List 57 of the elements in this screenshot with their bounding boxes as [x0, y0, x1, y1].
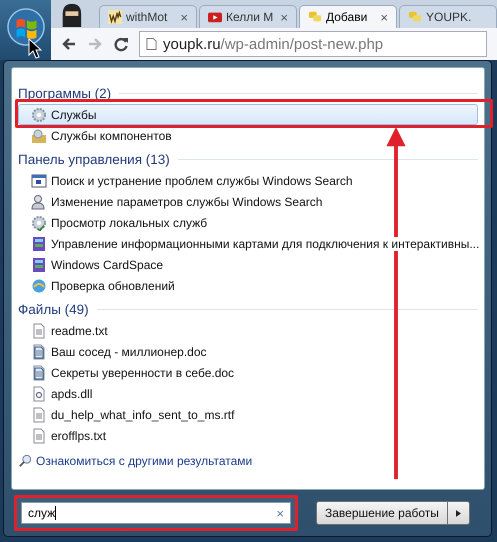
result-item[interactable]: Службы: [18, 104, 478, 125]
document-icon: [31, 406, 47, 422]
start-orb-icon[interactable]: [6, 8, 44, 46]
more-results-link[interactable]: Ознакомиться с другими результатами: [18, 450, 478, 472]
tab-title: Келли М: [226, 10, 274, 24]
document-icon: [31, 364, 47, 380]
browser-tab[interactable]: withMot ×: [99, 5, 197, 28]
result-item[interactable]: apds.dll: [18, 383, 478, 404]
shutdown-options-button[interactable]: [448, 501, 470, 525]
search-icon: [18, 454, 32, 468]
card-stack-icon: [31, 256, 47, 272]
window-icon: [31, 172, 47, 188]
tab-title: YOUPK.: [426, 10, 472, 24]
tab-close-button[interactable]: ×: [180, 10, 188, 24]
chat-bubbles-icon: [308, 10, 322, 24]
gear-icon: [31, 106, 47, 122]
text-file-icon: [31, 428, 47, 444]
page-icon: [146, 37, 157, 51]
search-field[interactable]: служ ×: [21, 502, 291, 524]
result-item[interactable]: Просмотр локальных служб: [18, 212, 478, 233]
caret-icon: [456, 510, 461, 516]
group-heading: Файлы (49): [18, 302, 89, 316]
address-bar[interactable]: youpk.ru/wp-admin/post-new.php: [139, 31, 487, 57]
tab-title: withMot: [126, 10, 168, 24]
result-item[interactable]: Изменение параметров службы Windows Search: [18, 191, 478, 212]
browser-tab[interactable]: YOUPK.: [399, 5, 497, 28]
mouse-pointer-icon: [28, 38, 42, 60]
browser-tab[interactable]: Келли М ×: [199, 5, 297, 28]
document-icon: [31, 344, 47, 360]
tab-close-button[interactable]: ×: [380, 10, 388, 24]
result-item[interactable]: erofflps.txt: [18, 425, 478, 446]
result-item[interactable]: Проверка обновлений: [18, 275, 478, 296]
result-item[interactable]: Службы компонентов: [18, 125, 478, 146]
gear-box-icon: [31, 128, 47, 144]
group-heading: Панель управления (13): [18, 152, 170, 166]
clear-button[interactable]: ×: [276, 506, 284, 520]
result-item[interactable]: Windows CardSpace: [18, 254, 478, 275]
text-file-icon: [31, 322, 47, 338]
tab-title: Добави: [326, 10, 368, 24]
wm-logo-icon: [108, 10, 122, 24]
result-item[interactable]: readme.txt: [18, 320, 478, 341]
user-icon: [31, 194, 47, 210]
browser-tab[interactable]: Добави ×: [299, 5, 397, 28]
chat-bubbles-icon: [408, 10, 422, 24]
result-item[interactable]: Секреты уверенности в себе.doc: [18, 362, 478, 383]
tab-close-button[interactable]: ×: [280, 10, 288, 24]
result-item[interactable]: Ваш сосед - миллионер.doc: [18, 341, 478, 362]
url-text: youpk.ru/wp-admin/post-new.php: [163, 36, 384, 52]
back-arrow-icon[interactable]: [61, 36, 77, 52]
gear-check-icon: [31, 214, 47, 230]
card-stack-icon: [31, 236, 47, 252]
result-item[interactable]: Поиск и устранение проблем службы Windows Search: [18, 170, 478, 191]
result-item[interactable]: du_help_what_info_sent_to_ms.rtf: [18, 404, 478, 425]
shutdown-button[interactable]: Завершение работы: [316, 501, 448, 525]
video-play-icon: [208, 10, 222, 24]
reload-icon[interactable]: [113, 36, 129, 52]
globe-icon: [31, 278, 47, 294]
